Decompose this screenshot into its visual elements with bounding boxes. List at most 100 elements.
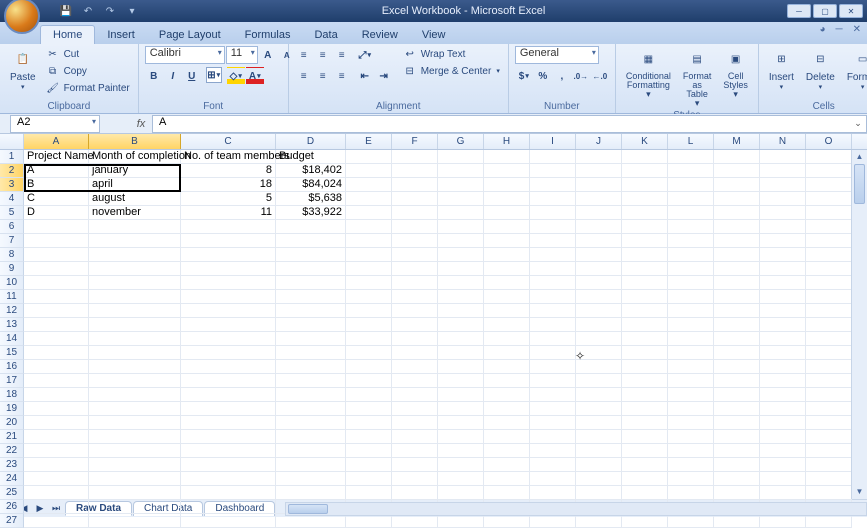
cell[interactable] bbox=[760, 220, 806, 234]
cell[interactable] bbox=[24, 220, 89, 234]
cell[interactable] bbox=[89, 444, 181, 458]
cell[interactable] bbox=[806, 458, 852, 472]
row-header[interactable]: 14 bbox=[0, 332, 24, 346]
cell[interactable] bbox=[181, 346, 276, 360]
cell[interactable] bbox=[576, 514, 622, 528]
cell[interactable] bbox=[760, 304, 806, 318]
cell[interactable] bbox=[668, 374, 714, 388]
cell[interactable] bbox=[576, 346, 622, 360]
cell[interactable] bbox=[181, 430, 276, 444]
minimize-button[interactable]: ─ bbox=[787, 4, 811, 18]
cell[interactable] bbox=[806, 150, 852, 164]
cell[interactable] bbox=[89, 220, 181, 234]
row-header[interactable]: 6 bbox=[0, 220, 24, 234]
align-right-button[interactable]: ≡ bbox=[333, 67, 351, 85]
cell[interactable] bbox=[89, 290, 181, 304]
cell[interactable] bbox=[576, 374, 622, 388]
cell[interactable] bbox=[392, 150, 438, 164]
cell[interactable] bbox=[346, 332, 392, 346]
row-header[interactable]: 10 bbox=[0, 276, 24, 290]
cell[interactable] bbox=[24, 444, 89, 458]
cell[interactable] bbox=[530, 346, 576, 360]
cell[interactable] bbox=[392, 346, 438, 360]
cell[interactable] bbox=[806, 430, 852, 444]
cell[interactable] bbox=[576, 360, 622, 374]
cell[interactable] bbox=[89, 262, 181, 276]
row-header[interactable]: 21 bbox=[0, 430, 24, 444]
cell[interactable] bbox=[24, 458, 89, 472]
cell[interactable] bbox=[530, 178, 576, 192]
cell[interactable] bbox=[760, 472, 806, 486]
cell[interactable] bbox=[438, 164, 484, 178]
cell[interactable] bbox=[714, 150, 760, 164]
cell[interactable] bbox=[622, 220, 668, 234]
cell[interactable] bbox=[576, 206, 622, 220]
cell[interactable] bbox=[181, 220, 276, 234]
qat-customize-icon[interactable]: ▾ bbox=[124, 3, 140, 19]
cell[interactable] bbox=[484, 164, 530, 178]
cell[interactable] bbox=[484, 346, 530, 360]
cell[interactable] bbox=[714, 486, 760, 500]
cell[interactable] bbox=[530, 318, 576, 332]
vertical-scrollbar[interactable]: ▲ ▼ bbox=[851, 150, 867, 499]
cell[interactable] bbox=[392, 192, 438, 206]
cell[interactable] bbox=[622, 360, 668, 374]
column-header[interactable]: I bbox=[530, 134, 576, 149]
cell[interactable] bbox=[276, 234, 346, 248]
decrease-decimal-button[interactable]: ←.0 bbox=[591, 67, 609, 85]
qat-redo-icon[interactable]: ↷ bbox=[102, 3, 118, 19]
cell[interactable] bbox=[760, 318, 806, 332]
column-header[interactable]: E bbox=[346, 134, 392, 149]
cell[interactable] bbox=[714, 262, 760, 276]
cell[interactable] bbox=[668, 388, 714, 402]
cell[interactable] bbox=[576, 178, 622, 192]
hscroll-thumb[interactable] bbox=[288, 504, 328, 514]
cell[interactable] bbox=[276, 388, 346, 402]
cell[interactable] bbox=[438, 416, 484, 430]
ribbon-tab-page-layout[interactable]: Page Layout bbox=[147, 26, 233, 44]
cell[interactable] bbox=[760, 262, 806, 276]
cell[interactable] bbox=[622, 416, 668, 430]
cell[interactable] bbox=[438, 192, 484, 206]
cell[interactable] bbox=[438, 276, 484, 290]
cell[interactable] bbox=[484, 276, 530, 290]
cell[interactable] bbox=[181, 318, 276, 332]
cell[interactable] bbox=[530, 220, 576, 234]
align-middle-button[interactable]: ≡ bbox=[314, 46, 332, 64]
cell[interactable]: Budget bbox=[276, 150, 346, 164]
cell[interactable] bbox=[668, 220, 714, 234]
cell[interactable] bbox=[181, 388, 276, 402]
cell[interactable] bbox=[622, 388, 668, 402]
cell[interactable] bbox=[714, 332, 760, 346]
cell[interactable] bbox=[438, 458, 484, 472]
cell[interactable] bbox=[806, 234, 852, 248]
cell[interactable] bbox=[530, 192, 576, 206]
cell[interactable] bbox=[276, 304, 346, 318]
cell[interactable] bbox=[668, 444, 714, 458]
cell[interactable] bbox=[484, 360, 530, 374]
cell[interactable] bbox=[806, 276, 852, 290]
cell[interactable]: Month of completion bbox=[89, 150, 181, 164]
cell[interactable] bbox=[668, 318, 714, 332]
close-button[interactable]: ✕ bbox=[839, 4, 863, 18]
cell[interactable] bbox=[181, 360, 276, 374]
cell[interactable] bbox=[346, 388, 392, 402]
percent-button[interactable]: % bbox=[534, 67, 552, 85]
row-header[interactable]: 23 bbox=[0, 458, 24, 472]
cell[interactable] bbox=[622, 486, 668, 500]
cell[interactable] bbox=[484, 332, 530, 346]
row-header[interactable]: 25 bbox=[0, 486, 24, 500]
cell[interactable] bbox=[760, 346, 806, 360]
cell[interactable] bbox=[760, 192, 806, 206]
cell[interactable] bbox=[622, 458, 668, 472]
cell[interactable] bbox=[622, 290, 668, 304]
cell[interactable] bbox=[392, 234, 438, 248]
cell[interactable] bbox=[346, 360, 392, 374]
format-cells-button[interactable]: ▭Format▾ bbox=[843, 46, 867, 93]
cell[interactable] bbox=[622, 346, 668, 360]
cell[interactable]: No. of team members bbox=[181, 150, 276, 164]
cell[interactable] bbox=[668, 360, 714, 374]
cell[interactable] bbox=[484, 416, 530, 430]
cell[interactable] bbox=[276, 346, 346, 360]
cell[interactable] bbox=[24, 360, 89, 374]
